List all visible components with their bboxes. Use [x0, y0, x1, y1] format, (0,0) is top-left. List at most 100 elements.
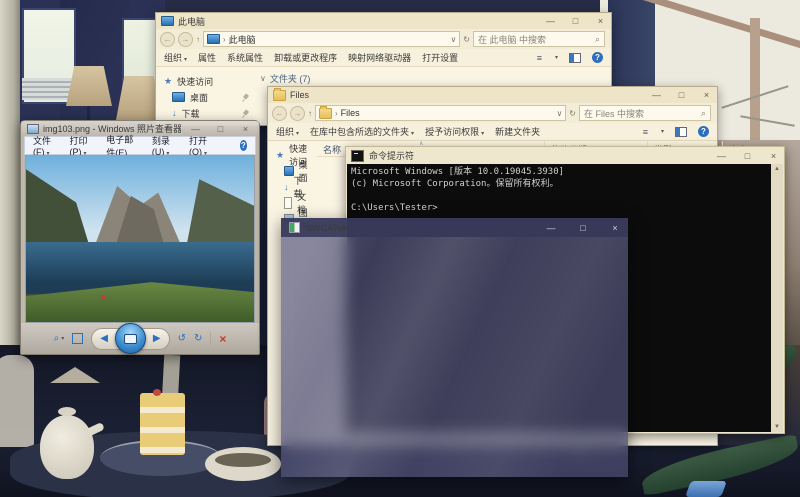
wallpaper-statue	[0, 355, 34, 447]
menu-file[interactable]: 文件(F)▾	[33, 134, 56, 157]
up-button[interactable]: ↑	[196, 35, 200, 44]
cmd-line	[351, 190, 767, 202]
wallpaper-curtain	[0, 0, 20, 375]
desktop-icon	[284, 166, 294, 176]
wallpaper-blinds	[22, 78, 72, 100]
refresh-button[interactable]: ↻	[569, 109, 576, 118]
search-icon[interactable]: ⌕	[701, 108, 706, 119]
menu-print[interactable]: 打印(P)▾	[69, 134, 93, 157]
scroll-down-icon[interactable]: ▼	[774, 424, 780, 430]
toolbar-map-network-drive[interactable]: 映射网络驱动器	[348, 51, 411, 64]
swca-titlebar[interactable]: SWCATest — □ ×	[281, 218, 628, 237]
caret-down-icon: ▾	[61, 335, 64, 342]
swca-app-icon	[289, 222, 300, 233]
wallpaper-branch	[740, 115, 795, 127]
files-breadcrumb[interactable]: › Files ∨	[315, 105, 566, 121]
caret-down-icon[interactable]: ▾	[555, 54, 558, 61]
minimize-button[interactable]: —	[540, 14, 561, 29]
minimize-button[interactable]: —	[711, 148, 732, 163]
help-icon[interactable]: ?	[240, 140, 247, 151]
search-icon[interactable]: ⌕	[595, 34, 600, 45]
rotate-cw-button[interactable]: ↻	[194, 333, 202, 344]
thispc-toolbar: 组织▾ 属性 系统属性 卸载或更改程序 映射网络驱动器 打开设置 ≡ ▾ ?	[156, 49, 611, 67]
menu-burn[interactable]: 刻录(U)▾	[152, 134, 176, 157]
toolbar-uninstall-program[interactable]: 卸载或更改程序	[274, 51, 337, 64]
delete-button[interactable]: ×	[219, 332, 226, 346]
breadcrumb-label[interactable]: 此电脑	[229, 33, 256, 46]
minimize-button[interactable]: —	[646, 88, 667, 103]
scroll-up-icon[interactable]: ▲	[774, 166, 780, 172]
toolbar-give-access[interactable]: 授予访问权限▾	[425, 125, 484, 138]
thispc-search-input[interactable]: 在 此电脑 中搜索 ⌕	[473, 31, 605, 47]
maximize-button[interactable]: □	[570, 218, 596, 237]
caret-down-icon[interactable]: ▾	[661, 128, 664, 135]
close-button[interactable]: ×	[235, 121, 256, 136]
forward-button[interactable]: →	[178, 32, 193, 47]
actual-size-button[interactable]	[72, 333, 83, 344]
back-button[interactable]: ←	[272, 106, 287, 121]
refresh-button[interactable]: ↻	[463, 35, 470, 44]
help-icon[interactable]: ?	[592, 52, 603, 63]
files-titlebar[interactable]: Files — □ ×	[268, 87, 717, 103]
up-button[interactable]: ↑	[308, 109, 312, 118]
toolbar-include-in-library[interactable]: 在库中包含所选的文件夹▾	[310, 125, 414, 138]
next-button[interactable]: ▶	[153, 333, 161, 344]
cmd-scrollbar[interactable]: ▲ ▼	[771, 164, 783, 432]
forward-button[interactable]: →	[290, 106, 305, 121]
crumb-separator-icon: ›	[223, 35, 226, 44]
sidebar-item-desktop[interactable]: 桌面	[156, 89, 256, 105]
collapse-chevron-icon[interactable]: ∨	[260, 74, 266, 83]
close-button[interactable]: ×	[763, 148, 784, 163]
close-button[interactable]: ×	[602, 218, 628, 237]
quick-access-star-icon: ★	[276, 150, 284, 161]
window-photo-viewer[interactable]: img103.png - Windows 照片查看器 — □ × 文件(F)▾ …	[20, 120, 260, 355]
preview-pane-icon[interactable]	[569, 53, 581, 63]
address-dropdown-icon[interactable]: ∨	[450, 35, 456, 44]
menu-open[interactable]: 打开(O)▾	[189, 134, 213, 157]
maximize-button[interactable]: □	[737, 148, 758, 163]
toolbar-new-folder[interactable]: 新建文件夹	[495, 125, 540, 138]
search-placeholder: 在 此电脑 中搜索	[478, 33, 592, 46]
caret-down-icon: ▾	[296, 131, 299, 137]
slideshow-icon	[124, 334, 137, 344]
close-button[interactable]: ×	[590, 14, 611, 29]
folders-group-heading[interactable]: ∨ 文件夹 (7)	[256, 67, 611, 85]
thispc-titlebar[interactable]: 此电脑 — □ ×	[156, 13, 611, 29]
document-icon	[284, 197, 292, 209]
previous-button[interactable]: ◀	[100, 333, 108, 344]
toolbar-organize[interactable]: 组织▾	[276, 125, 299, 138]
rotate-ccw-button[interactable]: ↺	[178, 333, 186, 344]
thispc-breadcrumb[interactable]: › 此电脑 ∨	[203, 31, 460, 47]
minimize-button[interactable]: —	[538, 218, 564, 237]
sidebar-item-quick-access[interactable]: ★ 快速访问	[156, 73, 256, 89]
zoom-button[interactable]: ⌕▾	[54, 333, 65, 344]
wallpaper-beam	[750, 18, 760, 145]
sidebar-label: 下载	[182, 107, 200, 120]
slideshow-button[interactable]	[115, 323, 146, 354]
back-button[interactable]: ←	[160, 32, 175, 47]
preview-pane-icon[interactable]	[675, 127, 687, 137]
address-dropdown-icon[interactable]: ∨	[556, 109, 562, 118]
photo-controls-bar: ⌕▾ ◀ ▶ ↺ ↻ ×	[21, 323, 259, 354]
toolbar-organize[interactable]: 组织▾	[164, 51, 187, 64]
toolbar-open-settings[interactable]: 打开设置	[422, 51, 458, 64]
help-icon[interactable]: ?	[698, 126, 709, 137]
toolbar-properties[interactable]: 属性	[198, 51, 216, 64]
maximize-button[interactable]: □	[671, 88, 692, 103]
window-swcatest[interactable]: SWCATest — □ ×	[281, 218, 628, 477]
sidebar-label: 快速访问	[177, 75, 213, 88]
close-button[interactable]: ×	[696, 88, 717, 103]
swca-client-area[interactable]	[281, 237, 628, 477]
list-view-icon[interactable]: ≡	[643, 127, 648, 137]
cmd-titlebar[interactable]: 命令提示符 — □ ×	[346, 147, 784, 164]
thispc-window-title: 此电脑	[178, 15, 536, 28]
files-search-input[interactable]: 在 Files 中搜索 ⌕	[579, 105, 711, 121]
maximize-button[interactable]: □	[565, 14, 586, 29]
breadcrumb-label[interactable]: Files	[341, 108, 360, 118]
sidebar-item-downloads[interactable]: ↓ 下载	[156, 105, 256, 121]
controls-divider	[210, 332, 211, 346]
list-view-icon[interactable]: ≡	[537, 53, 542, 63]
sidebar-label: 桌面	[190, 91, 208, 104]
toolbar-system-properties[interactable]: 系统属性	[227, 51, 263, 64]
photo-titlebar[interactable]: img103.png - Windows 照片查看器 — □ ×	[21, 121, 259, 136]
